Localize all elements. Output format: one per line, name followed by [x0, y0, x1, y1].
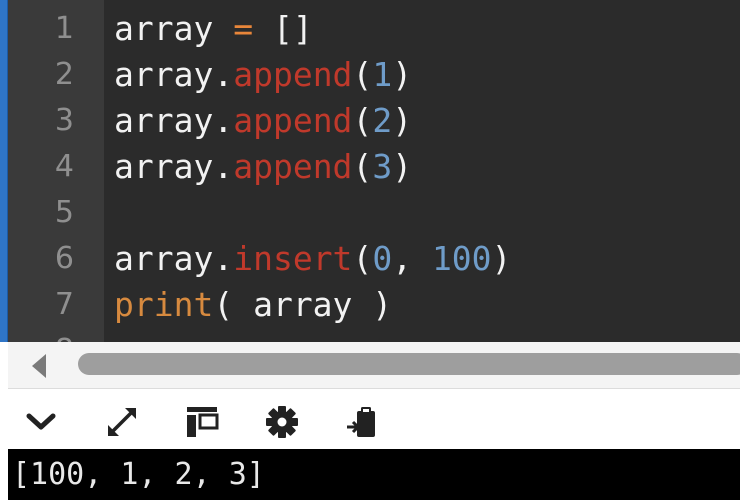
code-line[interactable]: array = []: [114, 6, 313, 52]
code-token: array.: [114, 55, 234, 94]
line-number: 1: [54, 11, 74, 46]
editor-toolbar: [8, 389, 740, 449]
code-line[interactable]: array.insert(0, 100): [114, 236, 511, 282]
code-token: (: [352, 55, 373, 94]
code-token: append: [233, 101, 353, 140]
line-number: 4: [54, 149, 74, 184]
code-token: ): [392, 55, 413, 94]
code-token: array.: [114, 101, 234, 140]
code-token: ,: [392, 239, 432, 278]
chevron-down-icon[interactable]: [24, 405, 58, 439]
code-token: (: [352, 147, 373, 186]
code-token: ): [491, 239, 512, 278]
code-token: array.: [114, 239, 234, 278]
expand-icon[interactable]: [105, 405, 139, 439]
code-token: 1: [372, 55, 393, 94]
code-token: (: [352, 101, 373, 140]
line-number: 2: [54, 57, 74, 92]
line-number: 3: [54, 103, 74, 138]
code-line[interactable]: array.append(2): [114, 98, 412, 144]
line-number: 6: [54, 241, 74, 276]
line-number: 7: [54, 287, 74, 322]
code-token: array.: [114, 147, 234, 186]
code-line[interactable]: array.append(3): [114, 144, 412, 190]
code-token: =: [213, 9, 273, 48]
horizontal-scrollbar[interactable]: [8, 342, 740, 389]
code-token: array: [114, 9, 214, 48]
code-token: 3: [372, 147, 393, 186]
code-token: print: [114, 285, 214, 324]
window-edge: [0, 0, 8, 342]
window-edge-lower: [0, 342, 8, 500]
code-token: ): [392, 147, 413, 186]
scroll-left-arrow-icon[interactable]: [32, 354, 46, 378]
code-token: append: [233, 147, 353, 186]
code-line[interactable]: print( array ): [114, 282, 392, 328]
code-token: append: [233, 55, 353, 94]
paste-icon[interactable]: [345, 405, 379, 439]
line-number: 5: [54, 195, 74, 230]
layout-icon[interactable]: [185, 405, 219, 439]
code-editor[interactable]: 1 array = [] 2 array.append(1) 3 array.append…: [8, 0, 740, 342]
code-line[interactable]: array.append(1): [114, 52, 412, 98]
code-token: 2: [372, 101, 393, 140]
code-token: 100: [431, 239, 492, 278]
code-token: (: [352, 239, 373, 278]
console-output: [100, 1, 2, 3]: [8, 449, 740, 500]
scroll-thumb[interactable]: [78, 353, 740, 375]
app-frame: 1 array = [] 2 array.append(1) 3 array.append…: [0, 0, 740, 500]
console-output-text: [100, 1, 2, 3]: [12, 457, 265, 492]
code-token: []: [272, 9, 313, 48]
gear-icon[interactable]: [265, 405, 299, 439]
code-token: ): [392, 101, 413, 140]
code-token: insert: [233, 239, 353, 278]
line-number: 8: [8, 328, 74, 342]
code-token: ( array ): [213, 285, 393, 324]
code-token: 0: [372, 239, 393, 278]
